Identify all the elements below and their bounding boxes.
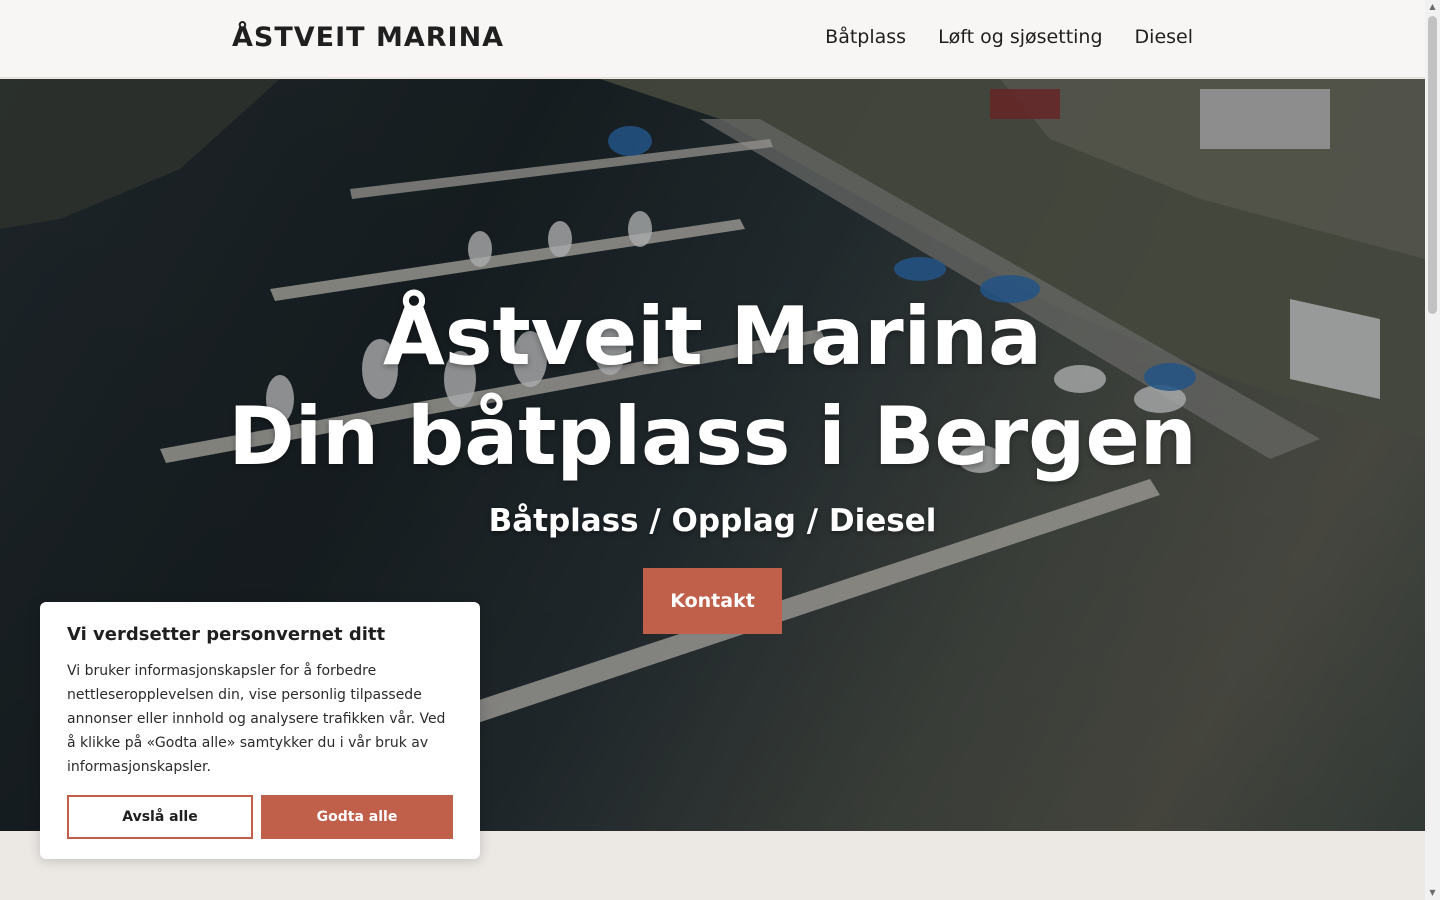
site-header: ÅSTVEIT MARINA Båtplass Løft og sjøsetti…	[0, 0, 1425, 78]
hero-title-line2: Din båtplass i Bergen	[228, 390, 1197, 483]
nav-item-batplass[interactable]: Båtplass	[825, 26, 906, 48]
reject-all-button[interactable]: Avslå alle	[67, 795, 253, 839]
cookie-dialog-text: Vi bruker informasjonskapsler for å forb…	[67, 663, 446, 775]
site-logo[interactable]: ÅSTVEIT MARINA	[232, 22, 504, 53]
nav-item-loft-og-sjosetting[interactable]: Løft og sjøsetting	[938, 26, 1102, 48]
hero-title: Åstveit Marina Din båtplass i Bergen	[0, 287, 1425, 487]
scroll-down-arrow-icon[interactable]: ▼	[1425, 886, 1440, 900]
cookie-consent-dialog: Vi verdsetter personvernet ditt Vi bruke…	[40, 602, 480, 859]
contact-button[interactable]: Kontakt	[643, 568, 782, 634]
scroll-up-arrow-icon[interactable]: ▲	[1425, 0, 1440, 14]
cookie-dialog-actions: Avslå alle Godta alle	[67, 795, 453, 839]
accept-all-button[interactable]: Godta alle	[261, 795, 453, 839]
nav-item-diesel[interactable]: Diesel	[1135, 26, 1193, 48]
hero-title-line1: Åstveit Marina	[382, 290, 1043, 383]
page-scrollbar[interactable]: ▲ ▼	[1425, 0, 1440, 900]
cookie-dialog-title: Vi verdsetter personvernet ditt	[67, 624, 386, 645]
hero-subtitle: Båtplass / Opplag / Diesel	[488, 503, 937, 539]
main-nav: Båtplass Løft og sjøsetting Diesel	[825, 26, 1193, 48]
scrollbar-thumb[interactable]	[1428, 16, 1437, 314]
